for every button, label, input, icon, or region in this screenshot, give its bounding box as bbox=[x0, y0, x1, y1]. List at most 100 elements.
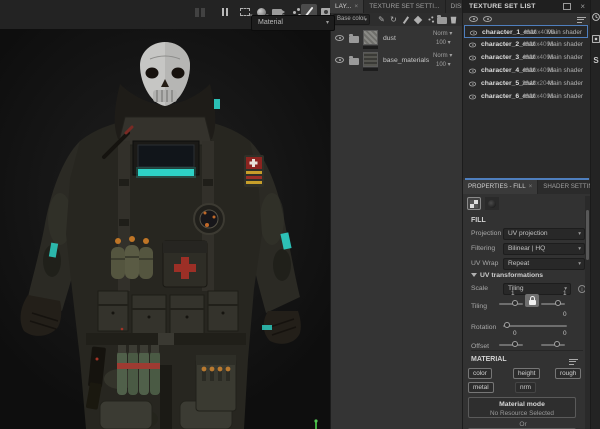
character-model[interactable] bbox=[0, 29, 330, 429]
tiling-y-value[interactable]: 1 bbox=[563, 290, 567, 297]
texture-set-shader[interactable]: Main shader bbox=[548, 38, 583, 51]
texture-set-row[interactable]: character_6_mat 4096x4096 Main shader bbox=[464, 90, 588, 103]
substance-share-icon[interactable]: S bbox=[592, 56, 600, 65]
texture-set-row[interactable]: character_3_mat 4096x4096 Main shader bbox=[464, 51, 588, 64]
filtering-label: Filtering bbox=[471, 245, 495, 252]
texture-set-row[interactable]: character_2_mat 4096x4096 Main shader bbox=[464, 38, 588, 51]
viewport-3d[interactable] bbox=[0, 29, 330, 429]
offset-x-value[interactable]: 0 bbox=[513, 330, 517, 337]
visibility-eye-icon[interactable] bbox=[335, 57, 344, 63]
fill-section-title: FILL bbox=[471, 217, 486, 224]
layer-row-base-materials[interactable]: base_materials Norm ▾ 100 ▾ bbox=[331, 50, 463, 71]
folder-icon bbox=[349, 36, 359, 43]
layout-icon[interactable] bbox=[563, 3, 571, 10]
layer-thumbnail[interactable] bbox=[363, 30, 378, 45]
layer-name: dust bbox=[383, 35, 396, 42]
filter-menu-icon[interactable] bbox=[577, 15, 586, 24]
close-icon[interactable]: × bbox=[354, 3, 358, 10]
tiling-x-slider[interactable] bbox=[499, 303, 523, 305]
brush-icon[interactable] bbox=[400, 14, 411, 25]
material-menu-icon[interactable] bbox=[569, 357, 578, 366]
smudge-icon[interactable] bbox=[424, 14, 435, 25]
material-mode-icon[interactable] bbox=[467, 197, 481, 210]
layer-row-dust[interactable]: dust Norm ▾ 100 ▾ bbox=[331, 28, 463, 49]
fill-bucket-icon[interactable] bbox=[412, 14, 423, 25]
blend-mode-select[interactable]: Base color▾ bbox=[333, 14, 370, 25]
substance-painter-window: ▾ ▾ ▾ bbox=[0, 0, 600, 429]
texture-set-shader[interactable]: Main shader bbox=[548, 77, 583, 90]
delete-trash-icon[interactable] bbox=[448, 14, 459, 25]
channel-metal-button[interactable]: metal bbox=[468, 382, 494, 393]
eye-icon[interactable] bbox=[469, 69, 476, 74]
tiling-x-value[interactable]: 1 bbox=[511, 290, 515, 297]
uv-wrap-select[interactable]: Repeat▾ bbox=[503, 258, 585, 270]
close-icon[interactable]: × bbox=[580, 2, 585, 11]
paint-mode-icon[interactable] bbox=[485, 197, 499, 210]
collapse-arrow-icon bbox=[471, 273, 477, 277]
texture-set-row[interactable]: character_1_mat 4096x4096 Main shader bbox=[464, 25, 588, 38]
tab-properties-fill[interactable]: PROPERTIES - FILL× bbox=[463, 180, 537, 194]
texture-set-shader[interactable]: Main shader bbox=[548, 90, 583, 103]
chevron-down-icon: ▾ bbox=[326, 16, 329, 31]
or-label: Or bbox=[463, 421, 583, 428]
channel-rough-button[interactable]: rough bbox=[555, 368, 581, 379]
eye-icon[interactable] bbox=[470, 31, 477, 36]
eye-icon[interactable] bbox=[469, 43, 476, 48]
uv-wrap-label: UV Wrap bbox=[471, 260, 498, 267]
visibility-eye-icon[interactable] bbox=[335, 35, 344, 41]
texture-set-shader[interactable]: Main shader bbox=[548, 64, 583, 77]
rotation-slider[interactable] bbox=[503, 325, 567, 327]
hide-all-eye-icon[interactable] bbox=[469, 16, 478, 22]
layer-blend-select[interactable]: Norm ▾ bbox=[433, 30, 452, 37]
right-dock-strip: S bbox=[590, 0, 600, 429]
layer-thumbnail[interactable] bbox=[363, 52, 378, 67]
properties-tab-bar: PROPERTIES - FILL× SHADER SETTINGS bbox=[463, 180, 591, 194]
projection-select[interactable]: UV projection▾ bbox=[503, 228, 585, 240]
rotation-value[interactable]: 0 bbox=[563, 311, 567, 318]
filtering-select[interactable]: Bilinear | HQ▾ bbox=[503, 243, 585, 255]
uv-transformations-header[interactable]: UV transformations bbox=[471, 272, 543, 279]
close-icon[interactable]: × bbox=[529, 183, 533, 190]
dock-tab-bar: LAY...× TEXTURE SET SETTI... DISPLAY SET… bbox=[330, 0, 462, 13]
offset-x-slider[interactable] bbox=[499, 344, 523, 346]
channel-color-button[interactable]: color bbox=[468, 368, 492, 379]
properties-panel: PROPERTIES - FILL× SHADER SETTINGS FILL … bbox=[462, 178, 590, 429]
pen-icon[interactable]: ✎ bbox=[376, 14, 387, 25]
channel-height-button[interactable]: height bbox=[513, 368, 540, 379]
divider bbox=[471, 350, 583, 351]
offset-y-slider[interactable] bbox=[541, 344, 565, 346]
material-mode-box[interactable]: Material mode No Resource Selected bbox=[468, 397, 576, 418]
layer-opacity-value[interactable]: 100 ▾ bbox=[436, 61, 451, 68]
history-clock-icon[interactable] bbox=[592, 13, 600, 21]
eye-icon[interactable] bbox=[469, 95, 476, 100]
lock-icon[interactable] bbox=[525, 294, 539, 307]
eye-icon[interactable] bbox=[469, 56, 476, 61]
channel-nrm-button[interactable]: nrm bbox=[515, 382, 536, 393]
stamp-icon[interactable]: ↻ bbox=[388, 14, 399, 25]
tiling-y-slider[interactable] bbox=[541, 303, 565, 305]
layers-panel: Base color▾ ✎ ↻ dust Norm ▾ 100 ▾ b bbox=[330, 13, 462, 429]
layer-blend-select[interactable]: Norm ▾ bbox=[433, 52, 452, 59]
projection-label: Projection bbox=[471, 230, 501, 237]
symmetry-icon[interactable] bbox=[192, 4, 208, 20]
tiling-label: Tiling bbox=[471, 303, 487, 310]
add-folder-icon[interactable] bbox=[436, 14, 447, 25]
texture-set-row[interactable]: character_5_mat 2048x2048 Main shader bbox=[464, 77, 588, 90]
layer-opacity-value[interactable]: 100 ▾ bbox=[436, 39, 451, 46]
offset-y-value[interactable]: 0 bbox=[563, 330, 567, 337]
show-all-eye-icon[interactable] bbox=[483, 16, 492, 22]
viewport-shading-select[interactable]: Material ▾ bbox=[251, 15, 335, 31]
texture-set-row[interactable]: character_4_mat 4096x4096 Main shader bbox=[464, 64, 588, 77]
layer-name: base_materials bbox=[383, 57, 429, 64]
tab-layers[interactable]: LAY...× bbox=[330, 0, 363, 13]
texture-set-shader[interactable]: Main shader bbox=[548, 51, 583, 64]
layer-mask-strip bbox=[363, 46, 378, 49]
pause-icon[interactable] bbox=[217, 4, 233, 20]
folder-icon bbox=[349, 58, 359, 65]
plugin-square-icon[interactable] bbox=[592, 35, 600, 43]
tab-texture-set-settings[interactable]: TEXTURE SET SETTI... bbox=[364, 0, 444, 13]
eye-icon[interactable] bbox=[469, 82, 476, 87]
texture-set-list-panel: TEXTURE SET LIST × character_1_mat 4096x… bbox=[462, 0, 590, 178]
axis-gizmo-icon bbox=[298, 415, 334, 429]
tab-display-settings[interactable]: DISPLAY SETTI... bbox=[446, 0, 463, 13]
